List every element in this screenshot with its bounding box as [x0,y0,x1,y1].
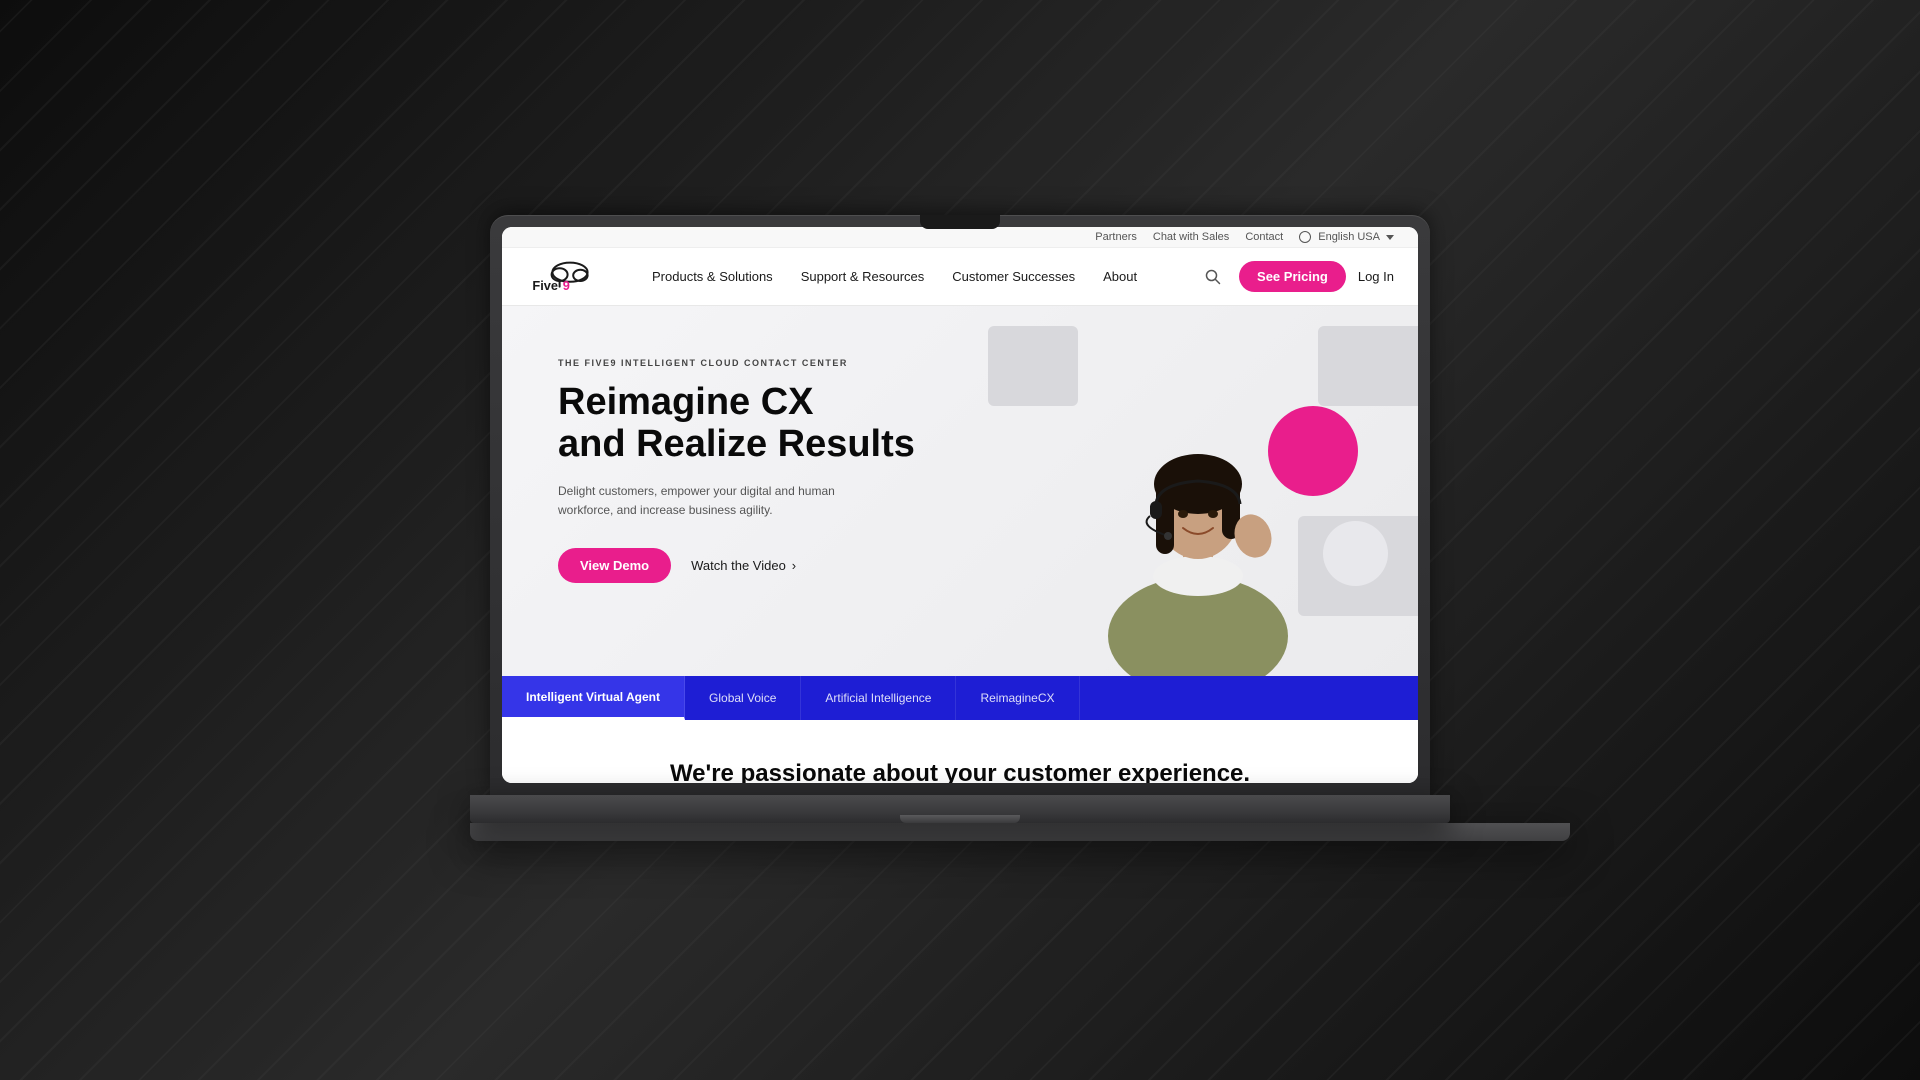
tab-artificial-intelligence[interactable]: Artificial Intelligence [801,676,956,720]
hero-section: THE FIVE9 INTELLIGENT CLOUD CONTACT CENT… [502,306,1418,676]
globe-icon [1299,231,1311,243]
tab-intelligent-virtual-agent[interactable]: Intelligent Virtual Agent [502,676,685,720]
laptop-base [470,795,1450,823]
partners-link[interactable]: Partners [1095,231,1137,243]
tab-global-voice[interactable]: Global Voice [685,676,801,720]
main-navigation: Five 9 Products & Solutions Support & Re… [502,248,1418,306]
shape-rect-topleft [988,326,1078,406]
search-button[interactable] [1199,263,1227,291]
laptop-device: Partners Chat with Sales Contact English… [470,215,1450,865]
website: Partners Chat with Sales Contact English… [502,227,1418,783]
login-button[interactable]: Log In [1358,269,1394,284]
view-demo-button[interactable]: View Demo [558,548,671,583]
five9-logo-svg: Five 9 [526,259,606,295]
logo[interactable]: Five 9 [526,259,606,295]
person-svg [1068,336,1328,676]
search-icon [1205,269,1221,285]
nav-customer-successes[interactable]: Customer Successes [938,248,1089,306]
chat-sales-link[interactable]: Chat with Sales [1153,231,1229,243]
contact-link[interactable]: Contact [1245,231,1283,243]
hero-buttons: View Demo Watch the Video › [558,548,938,583]
svg-text:Five: Five [532,277,558,292]
hero-eyebrow: THE FIVE9 INTELLIGENT CLOUD CONTACT CENT… [558,358,938,368]
tabs-bar: Intelligent Virtual Agent Global Voice A… [502,676,1418,720]
nav-products-solutions[interactable]: Products & Solutions [638,248,787,306]
svg-text:9: 9 [563,277,570,292]
hero-title-line1: Reimagine CX [558,381,814,423]
nav-about[interactable]: About [1089,248,1151,306]
laptop-lid: Partners Chat with Sales Contact English… [490,215,1430,795]
language-label: English USA [1318,231,1380,243]
hero-description: Delight customers, empower your digital … [558,482,878,520]
nav-actions: See Pricing Log In [1199,261,1394,292]
hero-image-area [978,306,1418,676]
chevron-down-icon [1386,235,1394,240]
laptop-foot [470,823,1570,841]
shape-rect-topright [1318,326,1418,406]
utility-bar: Partners Chat with Sales Contact English… [502,227,1418,248]
tab-reimaginecx[interactable]: ReimagineCX [956,676,1079,720]
hero-person-image [1068,336,1328,676]
shape-circle-white [1323,521,1388,586]
language-selector[interactable]: English USA [1299,231,1394,243]
watch-video-label: Watch the Video [691,558,786,573]
nav-support-resources[interactable]: Support & Resources [787,248,939,306]
laptop-notch [920,215,1000,229]
bottom-section: We're passionate about your customer exp… [502,720,1418,783]
see-pricing-button[interactable]: See Pricing [1239,261,1346,292]
hero-title: Reimagine CX and Realize Results [558,382,938,466]
laptop-screen: Partners Chat with Sales Contact English… [502,227,1418,783]
watch-video-button[interactable]: Watch the Video › [691,558,796,573]
nav-links: Products & Solutions Support & Resources… [638,248,1199,306]
hero-title-line2: and Realize Results [558,423,915,465]
arrow-right-icon: › [792,558,796,573]
bottom-title: We're passionate about your customer exp… [526,760,1394,783]
hero-content: THE FIVE9 INTELLIGENT CLOUD CONTACT CENT… [502,306,978,676]
